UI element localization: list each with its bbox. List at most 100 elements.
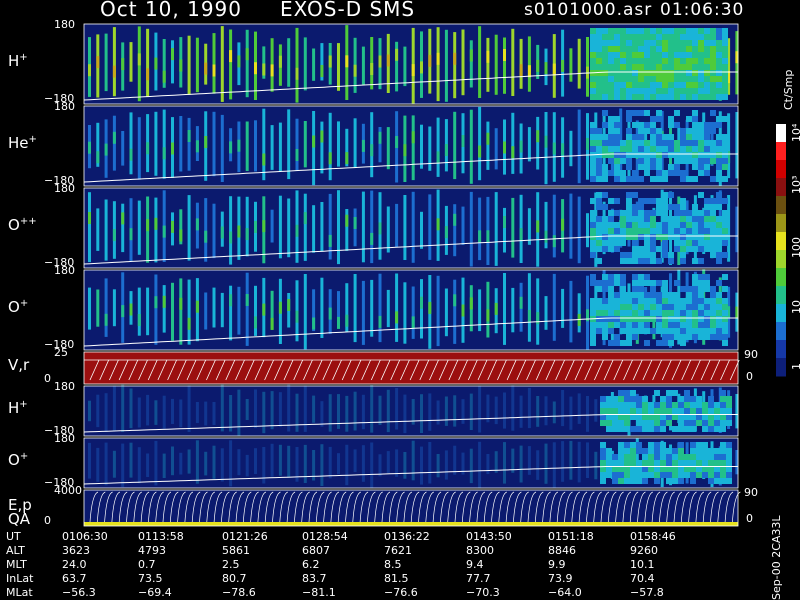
- spectro-cell: [656, 258, 662, 264]
- spectro-cell: [596, 246, 602, 252]
- spectro-cell: [656, 298, 662, 304]
- spectro-cell: [650, 216, 656, 222]
- spectro-stripe: [353, 449, 357, 473]
- spectro-cell: [674, 240, 680, 246]
- spectro-cell: [632, 170, 638, 176]
- panel-label2-7: QA: [8, 510, 31, 528]
- spectro-stripe: [544, 296, 548, 330]
- spectro-cell: [636, 420, 642, 426]
- spectro-cell: [714, 472, 720, 478]
- spectro-core: [469, 49, 473, 62]
- spectro-cell: [698, 64, 704, 70]
- spectro-cell: [600, 454, 606, 460]
- spectro-core: [453, 52, 457, 65]
- spectro-cell: [636, 396, 642, 402]
- spectro-cell: [704, 152, 710, 158]
- spectro-cell: [716, 176, 722, 182]
- spectro-cell: [698, 58, 704, 64]
- spectro-cell: [704, 46, 710, 52]
- spectro-stripe: [212, 33, 216, 94]
- spectro-core: [229, 141, 233, 154]
- spectro-cell: [678, 408, 684, 414]
- spectro-core: [337, 316, 340, 329]
- spectro-cell: [680, 134, 686, 140]
- spectro-cell: [668, 316, 674, 322]
- spectro-cell: [698, 128, 704, 134]
- spectro-cell: [710, 334, 716, 340]
- spectro-cell: [674, 334, 680, 340]
- spectro-stripe: [503, 442, 506, 484]
- spectro-cell: [692, 240, 698, 246]
- spectro-cell: [626, 292, 632, 298]
- spectro-stripe: [594, 399, 598, 422]
- spectro-cell: [722, 82, 728, 88]
- spectro-cell: [596, 228, 602, 234]
- spectro-cell: [590, 134, 596, 140]
- spectro-cell: [602, 46, 608, 52]
- spectro-cell: [704, 310, 710, 316]
- spectro-stripe: [295, 118, 299, 171]
- spectro-cell: [614, 280, 620, 286]
- spectro-cell: [644, 140, 650, 146]
- spectro-cell: [650, 292, 656, 298]
- footer-value: 70.4: [630, 572, 655, 585]
- spectro-cell: [704, 70, 710, 76]
- spectro-cell: [668, 192, 674, 198]
- spectro-cell: [726, 472, 732, 478]
- panel-label-4: V,r: [8, 356, 30, 374]
- spectro-cell: [620, 70, 626, 76]
- spectro-stripe: [494, 128, 498, 170]
- spectro-cell: [698, 280, 704, 286]
- spectro-cell: [692, 222, 698, 228]
- y-tick-max-0: 180: [54, 18, 75, 31]
- spectro-cell: [624, 442, 630, 448]
- spectro-core: [494, 302, 498, 315]
- spectro-cell: [708, 402, 714, 408]
- spectro-cell: [650, 210, 656, 216]
- spectro-cell: [602, 286, 608, 292]
- spectro-core: [552, 63, 556, 76]
- spectro-cell: [608, 34, 614, 40]
- spectro-core: [453, 294, 457, 307]
- spectro-cell: [720, 448, 726, 454]
- spectro-core: [544, 135, 548, 148]
- spectro-stripe: [137, 117, 141, 180]
- spectro-cell: [666, 460, 672, 466]
- spectro-cell: [726, 448, 732, 454]
- spectro-cell: [722, 116, 728, 122]
- footer-value: −78.6: [222, 586, 256, 599]
- spectro-cell: [674, 152, 680, 158]
- spectro-cell: [614, 122, 620, 128]
- spectro-core: [461, 304, 465, 317]
- spectro-cell: [710, 222, 716, 228]
- spectro-cell: [618, 442, 624, 448]
- spectro-stripe: [104, 442, 108, 486]
- spectro-stripe: [577, 38, 581, 89]
- title-file: s0101000.asr: [524, 0, 653, 20]
- spectro-cell: [632, 34, 638, 40]
- spectro-cell: [620, 64, 626, 70]
- spectro-cell: [666, 408, 672, 414]
- spectro-cell: [674, 76, 680, 82]
- spectro-core: [478, 230, 482, 243]
- spectro-cell: [684, 396, 690, 402]
- spectro-cell: [674, 304, 680, 310]
- spectro-cell: [692, 310, 698, 316]
- spectro-cell: [642, 396, 648, 402]
- spectro-cell: [600, 408, 606, 414]
- spectro-cell: [632, 274, 638, 280]
- spectro-cell: [602, 328, 608, 334]
- spectro-cell: [680, 216, 686, 222]
- spectro-cell: [620, 76, 626, 82]
- spectro-cell: [614, 246, 620, 252]
- spectro-cell: [626, 192, 632, 198]
- spectro-cell: [692, 316, 698, 322]
- spectro-stripe: [552, 401, 556, 424]
- spectro-cell: [614, 134, 620, 140]
- footer-value: 0136:22: [384, 530, 430, 543]
- spectro-core: [171, 220, 174, 233]
- spectro-stripe: [312, 48, 316, 81]
- spectro-cell: [626, 40, 632, 46]
- spectro-stripe: [104, 33, 108, 92]
- spectro-cell: [668, 88, 674, 94]
